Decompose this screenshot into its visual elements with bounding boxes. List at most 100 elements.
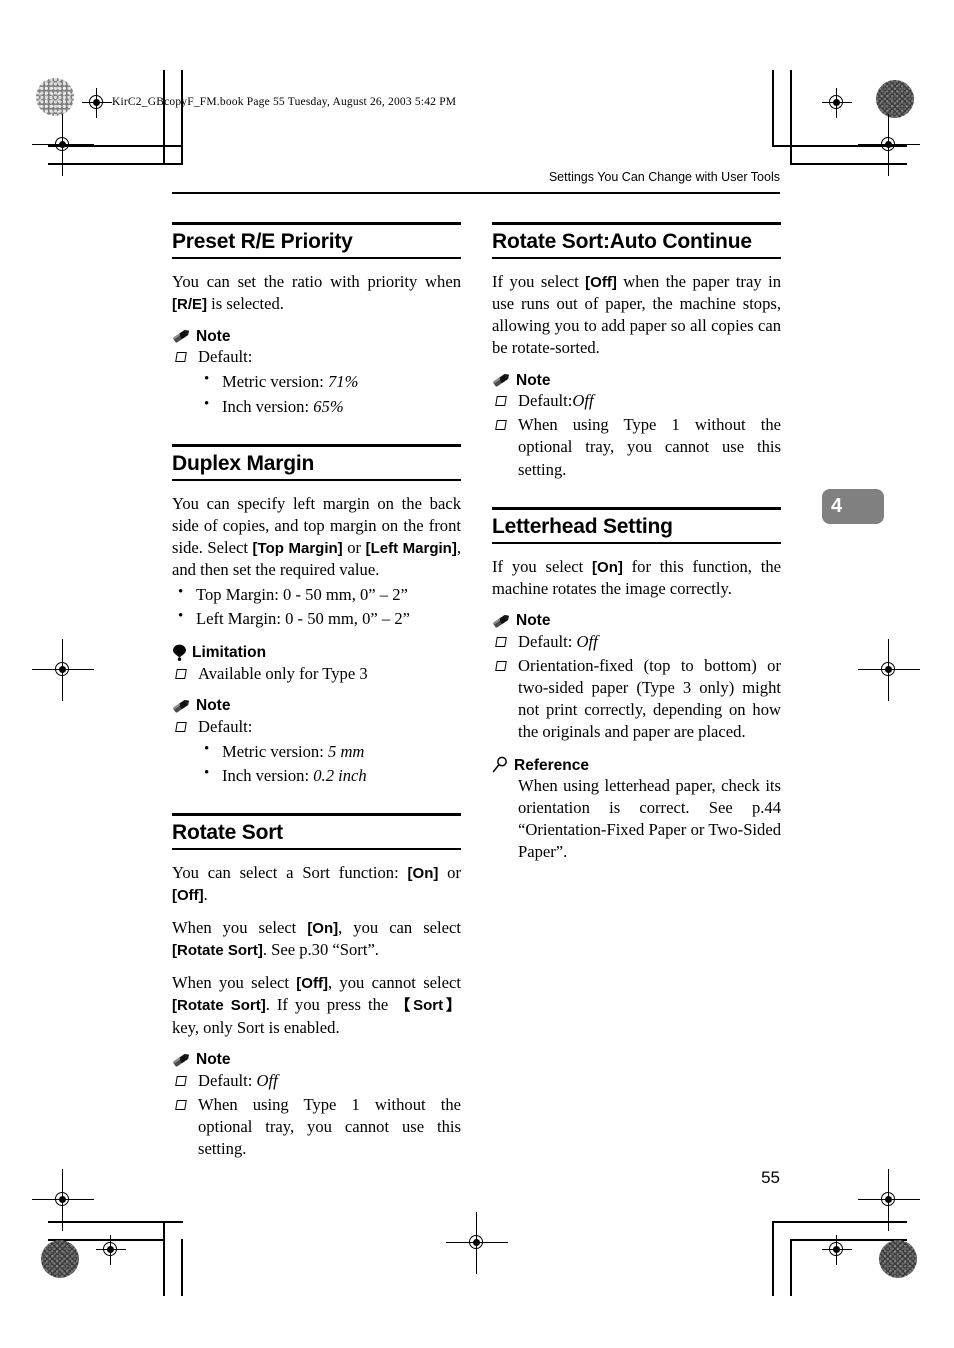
body-paragraph: You can select a Sort function: [On] or … [172, 862, 461, 906]
bullet-item: Left Margin: 0 - 50 mm, 0” – 2” [172, 606, 461, 630]
text-run: . If you press the [265, 995, 396, 1015]
key-label: [On] [307, 920, 339, 938]
text-run: When you select [172, 918, 308, 938]
trim-mark-line [181, 1239, 183, 1296]
key-label: [R/E] [172, 296, 207, 314]
trim-mark-line [790, 1239, 792, 1296]
print-file-info: KirC2_GBcopyF_FM.book Page 55 Tuesday, A… [112, 96, 457, 108]
callout-note: Note [492, 372, 781, 388]
text-run: or [438, 863, 461, 883]
text-run: , you can select [338, 918, 461, 938]
reference-body: When using letterhead paper, check its o… [518, 776, 781, 862]
section-title: Preset R/E Priority [172, 230, 353, 253]
halftone-dot-patch [41, 1240, 79, 1278]
section-letterhead-setting: Letterhead Setting If you select [On] fo… [492, 506, 781, 864]
registration-mark [858, 114, 920, 176]
callout-label: Note [516, 371, 551, 389]
registration-mark [96, 1235, 126, 1265]
body-paragraph: If you select [On] for this function, th… [492, 556, 781, 600]
trim-mark-line [772, 1221, 907, 1223]
section-rule-top [172, 443, 461, 447]
body-paragraph: When you select [Off], you cannot select… [172, 972, 461, 1038]
text-run: , you cannot select [327, 973, 461, 993]
text-run: . [203, 885, 208, 905]
text-run: Inch version: [222, 396, 314, 416]
note-item: Default: Off [492, 631, 781, 653]
chapter-tab-number: 4 [831, 495, 843, 517]
callout-note: Note [172, 698, 461, 714]
page-number: 55 [761, 1168, 780, 1187]
key-label: [Off] [172, 887, 204, 905]
registration-mark [822, 88, 852, 118]
note-item: When using Type 1 without the optional t… [492, 414, 781, 480]
pencil-note-icon [492, 613, 511, 629]
section-rule-top [172, 813, 461, 817]
text-run: Inch version: [222, 765, 314, 785]
section-title: Rotate Sort:Auto Continue [492, 230, 752, 253]
column-right: Rotate Sort:Auto Continue If you select … [492, 222, 781, 863]
text-run: Default: [518, 391, 573, 411]
running-head: Settings You Can Change with User Tools [548, 170, 780, 184]
section-rule-bottom [172, 257, 461, 260]
section-rule-bottom [172, 848, 461, 851]
section-duplex-margin: Duplex Margin You can specify left margi… [172, 443, 461, 787]
registration-mark [822, 1235, 852, 1265]
body-paragraph: When you select [On], you can select [Ro… [172, 917, 461, 961]
registration-mark [32, 1169, 94, 1231]
limitation-list: Available only for Type 3 [172, 663, 461, 685]
halftone-dot-patch [879, 1240, 917, 1278]
callout-label: Reference [514, 756, 589, 774]
text-run: You can set the ratio with priority when [172, 272, 461, 292]
value: 0.2 inch [313, 765, 367, 785]
note-subitem: Metric version: 71% [172, 369, 461, 393]
registration-mark [446, 1212, 508, 1274]
section-rule-bottom [172, 478, 461, 481]
callout-note: Note [492, 613, 781, 629]
callout-note: Note [172, 328, 461, 344]
bullet-item: Top Margin: 0 - 50 mm, 0” – 2” [172, 582, 461, 606]
text-run: Metric version: [222, 741, 328, 761]
callout-note: Note [172, 1052, 461, 1068]
callout-label: Note [516, 612, 551, 630]
document-page: KirC2_GBcopyF_FM.book Page 55 Tuesday, A… [0, 0, 954, 1348]
key-label: [Top Margin] [252, 539, 343, 557]
running-head-rule [172, 192, 780, 194]
section-rule-top [492, 506, 781, 510]
magnifier-reference-icon [492, 756, 509, 773]
registration-mark [32, 639, 94, 701]
note-subitem: Inch version: 0.2 inch [172, 763, 461, 787]
value: 5 mm [328, 741, 365, 761]
section-rule-top [492, 222, 781, 225]
text-run: Metric version: [222, 372, 328, 392]
body-paragraph: You can set the ratio with priority when… [172, 271, 461, 315]
halftone-dot-patch [36, 78, 74, 116]
hardware-key-label: 【Sort】 [395, 997, 461, 1015]
section-title: Rotate Sort [172, 821, 283, 845]
section-title: Duplex Margin [172, 451, 315, 475]
section-rotate-sort-auto-continue: Rotate Sort:Auto Continue If you select … [492, 222, 781, 481]
pencil-note-icon [172, 1052, 191, 1068]
callout-label: Note [196, 327, 231, 345]
section-rule-top [172, 222, 461, 225]
callout-label: Limitation [192, 644, 267, 661]
text-run: When you select [172, 973, 297, 993]
trim-mark-line [163, 1221, 165, 1296]
note-list: Default: Off When using Type 1 without t… [172, 1070, 461, 1160]
body-paragraph: You can specify left margin on the back … [172, 493, 461, 581]
registration-mark [858, 1169, 920, 1231]
limitation-icon [172, 644, 187, 661]
note-list: Default: [172, 346, 461, 368]
key-label: [Off] [296, 975, 328, 993]
key-label: [Left Margin] [365, 539, 457, 557]
note-list: Default: [172, 716, 461, 738]
section-rotate-sort: Rotate Sort You can select a Sort functi… [172, 813, 461, 1160]
text-run: Default: [518, 631, 577, 651]
trim-mark-line [772, 1221, 774, 1296]
text-run: or [342, 537, 366, 557]
key-label: [On] [407, 865, 439, 883]
text-run: Default: [198, 1070, 257, 1090]
note-item: Orientation-fixed (top to bottom) or two… [492, 655, 781, 743]
note-subitem: Inch version: 65% [172, 393, 461, 418]
text-run: You can select a Sort function: [172, 863, 408, 883]
trim-mark-line [790, 70, 792, 165]
